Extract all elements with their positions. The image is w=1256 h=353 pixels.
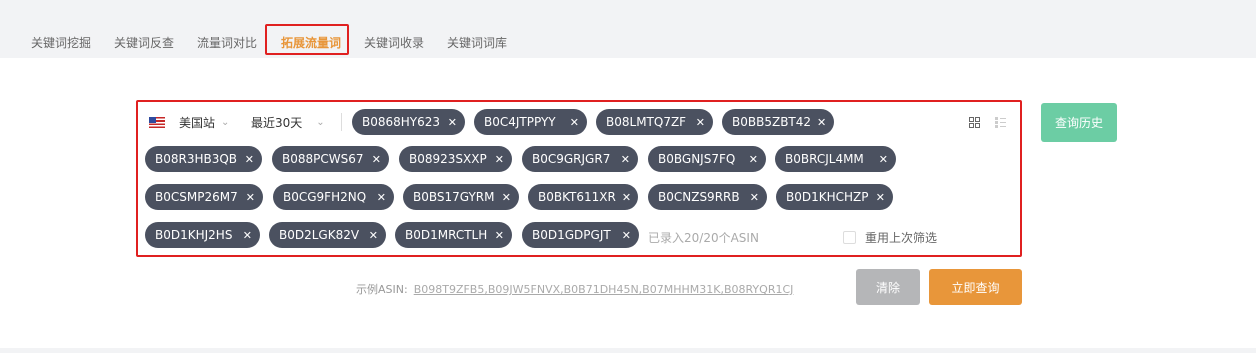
divider (341, 113, 342, 131)
remove-icon[interactable]: ✕ (622, 229, 631, 242)
asin-chip: B0868HY623 ✕ (352, 109, 465, 135)
asin-chip: B0BGNJS7FQ ✕ (648, 146, 766, 172)
tab-traffic-compare[interactable]: 流量词对比 (197, 36, 257, 50)
asin-chip: B08923SXXP ✕ (399, 146, 512, 172)
remove-icon[interactable]: ✕ (622, 191, 631, 204)
asin-chip: B0D1KHCHZP ✕ (776, 184, 893, 210)
chevron-down-icon: ⌄ (316, 116, 325, 128)
asin-chip: B0D2LGK82V ✕ (269, 222, 386, 248)
remove-icon[interactable]: ✕ (696, 116, 705, 129)
asin-count: 已录入20/20个ASIN (648, 231, 759, 245)
asin-chip: B0CG9FH2NQ ✕ (273, 184, 394, 210)
asin-chip: B0C9GRJGR7 ✕ (522, 146, 638, 172)
asin-chip: B0CNZS9RRB ✕ (648, 184, 767, 210)
remove-icon[interactable]: ✕ (372, 153, 381, 166)
asin-chip: B08R3HB3QB ✕ (145, 146, 262, 172)
us-flag-icon (149, 116, 165, 128)
reuse-filter-label: 重用上次筛选 (865, 231, 938, 245)
remove-icon[interactable]: ✕ (448, 116, 457, 129)
remove-icon[interactable]: ✕ (245, 153, 254, 166)
remove-icon[interactable]: ✕ (502, 191, 511, 204)
remove-icon[interactable]: ✕ (749, 153, 758, 166)
remove-icon[interactable]: ✕ (377, 191, 386, 204)
asin-chip: B0D1KHJ2HS ✕ (145, 222, 260, 248)
tab-keyword-mining[interactable]: 关键词挖掘 (31, 36, 91, 50)
clear-button[interactable]: 清除 (856, 269, 920, 305)
asin-chip: B0D1GDPGJT ✕ (522, 222, 639, 248)
asin-chip: B0CSMP26M7 ✕ (145, 184, 263, 210)
remove-icon[interactable]: ✕ (369, 229, 378, 242)
remove-icon[interactable]: ✕ (243, 229, 252, 242)
example-label: 示例ASIN: (356, 283, 408, 296)
asin-chip: B08LMTQ7ZF ✕ (596, 109, 713, 135)
date-range-label: 最近30天 (251, 115, 303, 130)
remove-icon[interactable]: ✕ (750, 191, 759, 204)
query-history-button[interactable]: 查询历史 (1041, 103, 1117, 142)
date-range-select[interactable]: 最近30天 ⌄ (251, 113, 325, 131)
list-view-icon[interactable] (995, 117, 1006, 128)
example-value-link[interactable]: B098T9ZFB5,B09JW5FNVX,B0B71DH45N,B07MHHM… (414, 283, 794, 296)
chevron-down-icon: ⌄ (221, 116, 230, 128)
tab-keyword-library[interactable]: 关键词词库 (447, 36, 507, 50)
reuse-filter-toggle[interactable]: 重用上次筛选 (843, 229, 937, 246)
asin-chip: B0BKT611XR ✕ (528, 184, 638, 210)
active-tab-highlight (265, 24, 349, 55)
asin-chip: B088PCWS67 ✕ (272, 146, 389, 172)
remove-icon[interactable]: ✕ (570, 116, 579, 129)
example-asin: 示例ASIN: B098T9ZFB5,B09JW5FNVX,B0B71DH45N,… (356, 281, 793, 297)
remove-icon[interactable]: ✕ (879, 153, 888, 166)
remove-icon[interactable]: ✕ (495, 229, 504, 242)
site-label: 美国站 (179, 115, 216, 130)
tab-keyword-index[interactable]: 关键词收录 (364, 36, 424, 50)
asin-chip: B0BB5ZBT42 ✕ (722, 109, 834, 135)
tab-bar: 关键词挖掘 关键词反查 流量词对比 拓展流量词 关键词收录 关键词词库 (0, 0, 1256, 58)
asin-chip: B0C4JTPPYY ✕ (474, 109, 587, 135)
remove-icon[interactable]: ✕ (817, 116, 826, 129)
query-now-button[interactable]: 立即查询 (929, 269, 1022, 305)
reuse-filter-checkbox[interactable] (843, 231, 856, 244)
asin-chip: B0BRCJL4MM ✕ (775, 146, 896, 172)
remove-icon[interactable]: ✕ (876, 191, 885, 204)
asin-chip: B0BS17GYRM ✕ (403, 184, 519, 210)
grid-view-icon[interactable] (969, 117, 980, 128)
asin-chip: B0D1MRCTLH ✕ (395, 222, 512, 248)
remove-icon[interactable]: ✕ (621, 153, 630, 166)
remove-icon[interactable]: ✕ (495, 153, 504, 166)
tab-keyword-reverse[interactable]: 关键词反查 (114, 36, 174, 50)
remove-icon[interactable]: ✕ (246, 191, 255, 204)
site-select[interactable]: 美国站 ⌄ (149, 113, 229, 131)
